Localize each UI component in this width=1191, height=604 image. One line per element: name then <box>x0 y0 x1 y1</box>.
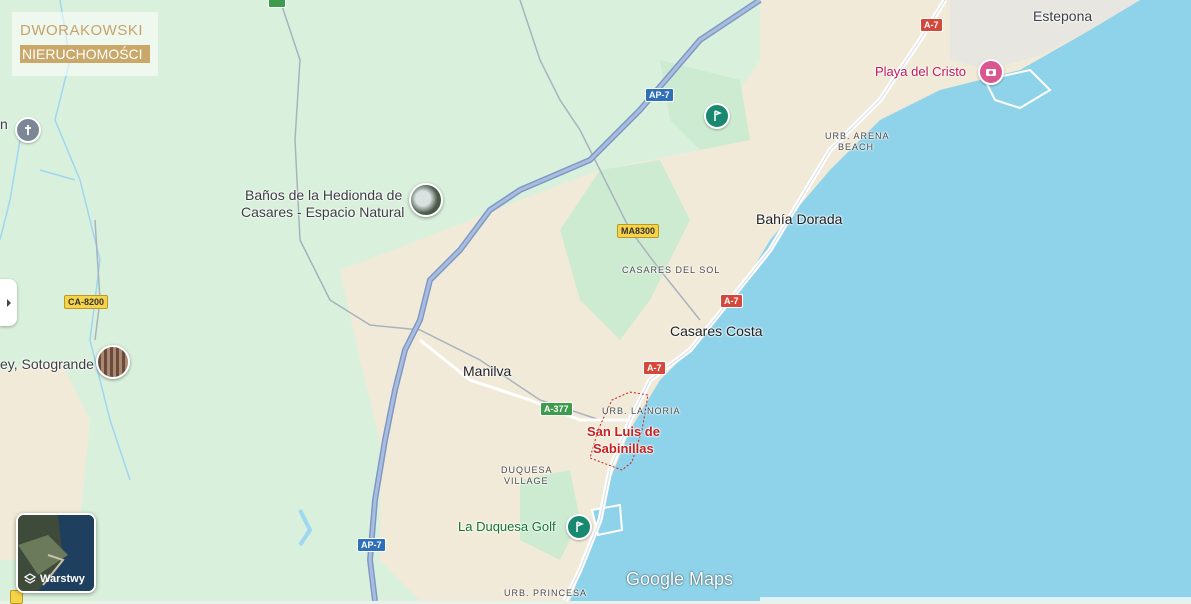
label-san-luis-line1[interactable]: San Luis de <box>587 424 660 440</box>
road-a377: A-377 <box>540 402 573 416</box>
label-banos-line1[interactable]: Baños de la Hedionda de <box>245 187 402 203</box>
label-partial-n: n <box>0 116 8 132</box>
road-shield-top <box>268 0 287 8</box>
map-canvas[interactable] <box>0 0 1191 601</box>
golf-pin-icon[interactable] <box>704 103 730 129</box>
google-maps-logo: Google Maps <box>626 569 734 589</box>
label-manilva[interactable]: Manilva <box>463 363 511 379</box>
road-a7-low: A-7 <box>643 361 666 375</box>
label-bahia-dorada[interactable]: Bahía Dorada <box>756 211 842 227</box>
label-urb-la-noria: URB. LA NORIA <box>602 406 681 416</box>
attribution-bar <box>760 597 1191 601</box>
road-ap7-top: AP-7 <box>645 88 674 102</box>
road-ca8200: CA-8200 <box>64 295 109 309</box>
layers-button[interactable]: Warstwy <box>16 513 96 593</box>
golf-pin-icon[interactable] <box>566 514 592 540</box>
label-la-duquesa-golf[interactable]: La Duquesa Golf <box>458 519 556 535</box>
road-a7-top: A-7 <box>920 18 943 32</box>
road-ap7-bottom: AP-7 <box>357 538 386 552</box>
label-casares-del-sol: CASARES DEL SOL <box>622 265 721 275</box>
watermark-logo: DWORAKOWSKI NIERUCHOMOŚCI <box>12 12 158 76</box>
label-banos-line2[interactable]: Casares - Espacio Natural <box>241 204 404 220</box>
chevron-right-icon <box>6 298 11 307</box>
layers-icon <box>24 573 36 584</box>
layers-label-wrap: Warstwy <box>24 573 85 585</box>
label-duquesa: DUQUESA <box>501 465 553 475</box>
layers-label: Warstwy <box>40 573 85 585</box>
label-san-luis-line2[interactable]: Sabinillas <box>593 441 654 457</box>
label-urb-arena: URB. ARENA <box>825 131 890 141</box>
cross-pin-icon[interactable] <box>15 117 41 143</box>
banos-photo-pin[interactable] <box>409 183 443 217</box>
label-sotogrande[interactable]: ey, Sotogrande <box>0 356 94 372</box>
logo-line2: NIERUCHOMOŚCI <box>20 45 150 63</box>
label-estepona[interactable]: Estepona <box>1033 8 1092 24</box>
label-urb-arena-beach: BEACH <box>838 142 875 152</box>
sotogrande-photo-pin[interactable] <box>96 345 130 379</box>
label-urb-princesa: URB. PRINCESA <box>504 588 588 598</box>
label-playa-del-cristo[interactable]: Playa del Cristo <box>875 64 966 80</box>
label-casares-costa[interactable]: Casares Costa <box>670 323 763 339</box>
road-ma8300: MA8300 <box>617 224 660 238</box>
camera-pin-icon[interactable] <box>978 59 1004 85</box>
road-a7-mid: A-7 <box>720 294 743 308</box>
label-duquesa-village: VILLAGE <box>504 476 549 486</box>
logo-line1: DWORAKOWSKI <box>20 22 144 39</box>
side-panel-toggle-button[interactable] <box>0 279 17 326</box>
